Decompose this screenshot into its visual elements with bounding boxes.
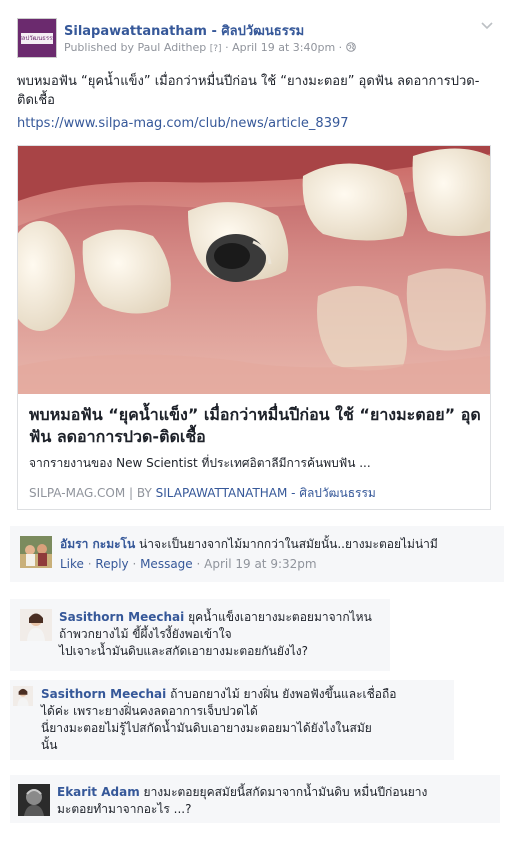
commenter-name[interactable]: Ekarit Adam — [57, 785, 140, 799]
comment-text-line-2: ถ้าพวกยางไม้ ขี้ผึ้งไรงี้ยังพอเข้าใจ — [59, 627, 232, 641]
comment-text-line-4: นั้น — [41, 738, 58, 752]
comment-actions: Like · Reply · Message · April 19 at 9:3… — [60, 557, 317, 571]
post-link[interactable]: https://www.silpa-mag.com/club/news/arti… — [17, 116, 349, 131]
card-by-label: | BY — [125, 486, 156, 500]
comment-text-line-3: ไปเจาะน้ำมันดิบและสกัดเอายางมะตอยกันยังไ… — [59, 644, 309, 658]
commenter-name[interactable]: Sasithorn Meechai — [59, 610, 184, 624]
card-author-link[interactable]: SILAPAWATTANATHAM - ศิลปวัฒนธรรม — [156, 486, 376, 500]
commenter-name[interactable]: Sasithorn Meechai — [41, 687, 166, 701]
published-by-label: Published by — [64, 41, 138, 54]
message-button[interactable]: Message — [140, 557, 193, 571]
page-name-link[interactable]: Silapawattanatham - ศิลปวัฒนธรรม — [64, 20, 304, 41]
avatar[interactable] — [13, 686, 33, 706]
publisher-tag[interactable]: [?] — [210, 44, 222, 54]
avatar[interactable] — [18, 784, 50, 816]
comment: Sasithorn Meechai ถ้าบอกยางไม้ ยางฝิ่น ย… — [10, 680, 454, 760]
publisher-link[interactable]: Paul Adithep — [137, 41, 206, 54]
globe-icon — [345, 42, 356, 52]
comment-text-line-1: ยุคน้ำแข็งเอายางมะตอยมาจากไหน — [188, 610, 372, 624]
comment: อัมรา กะมะโน น่าจะเป็นยางจากไม้มากกว่าใน… — [10, 526, 504, 582]
page-avatar-logo-text: ศิลปวัฒนธรรม — [18, 35, 56, 42]
commenter-name[interactable]: อัมรา กะมะโน — [60, 537, 135, 551]
link-preview-card[interactable]: พบหมอฟัน “ยุคน้ำแข็ง” เมื่อกว่าหมื่นปีก่… — [17, 145, 491, 510]
like-button[interactable]: Like — [60, 557, 84, 571]
comment-text-line-1: ถ้าบอกยางไม้ ยางฝิ่น ยังพอฟังขึ้นและเชื่… — [170, 687, 397, 701]
chevron-down-icon[interactable] — [480, 20, 494, 32]
comment-text-line-1: ยางมะตอยยุคสมัยนี้สกัดมาจากน้ำมันดิบ หมื… — [143, 785, 428, 799]
post-meta: Published by Paul Adithep [?] · April 19… — [64, 41, 356, 54]
reply-button[interactable]: Reply — [95, 557, 128, 571]
comment: Ekarit Adam ยางมะตอยยุคสมัยนี้สกัดมาจากน… — [10, 775, 500, 823]
card-description: จากรายงานของ New Scientist ที่ประเทศอิตา… — [29, 456, 371, 470]
comment-text: น่าจะเป็นยางจากไม้มากกว่าในสมัยนั้น..ยาง… — [139, 537, 438, 551]
page-avatar[interactable]: ศิลปวัฒนธรรม — [17, 18, 57, 58]
comment-text-line-2: ได้ค่ะ เพราะยางฝิ่นคงลดอาการเจ็บปวดได้ — [41, 704, 258, 718]
meta-sep-2: · — [335, 41, 346, 54]
card-source: SILPA-MAG.COM | BY SILAPAWATTANATHAM - ศ… — [29, 484, 376, 503]
card-domain: SILPA-MAG.COM — [29, 486, 126, 500]
comment-text-line-2: มะตอยทำมาจากอะไร ...? — [57, 802, 192, 816]
card-title[interactable]: พบหมอฟัน “ยุคน้ำแข็ง” เมื่อกว่าหมื่นปีก่… — [29, 404, 481, 448]
meta-sep: · — [221, 41, 233, 54]
avatar[interactable] — [20, 536, 52, 568]
article-photo[interactable] — [18, 146, 490, 394]
post-timestamp[interactable]: April 19 at 3:40pm — [232, 41, 335, 54]
avatar[interactable] — [20, 609, 52, 641]
comment-text-line-3: นี่ยางมะตอยไม่รู้ไปสกัดน้ำมันดิบเอายางมะ… — [41, 721, 372, 735]
comment: Sasithorn Meechai ยุคน้ำแข็งเอายางมะตอยม… — [10, 599, 390, 671]
post-text: พบหมอฟัน “ยุคน้ำแข็ง” เมื่อกว่าหมื่นปีก่… — [17, 74, 480, 108]
comment-timestamp[interactable]: April 19 at 9:32pm — [204, 557, 316, 571]
